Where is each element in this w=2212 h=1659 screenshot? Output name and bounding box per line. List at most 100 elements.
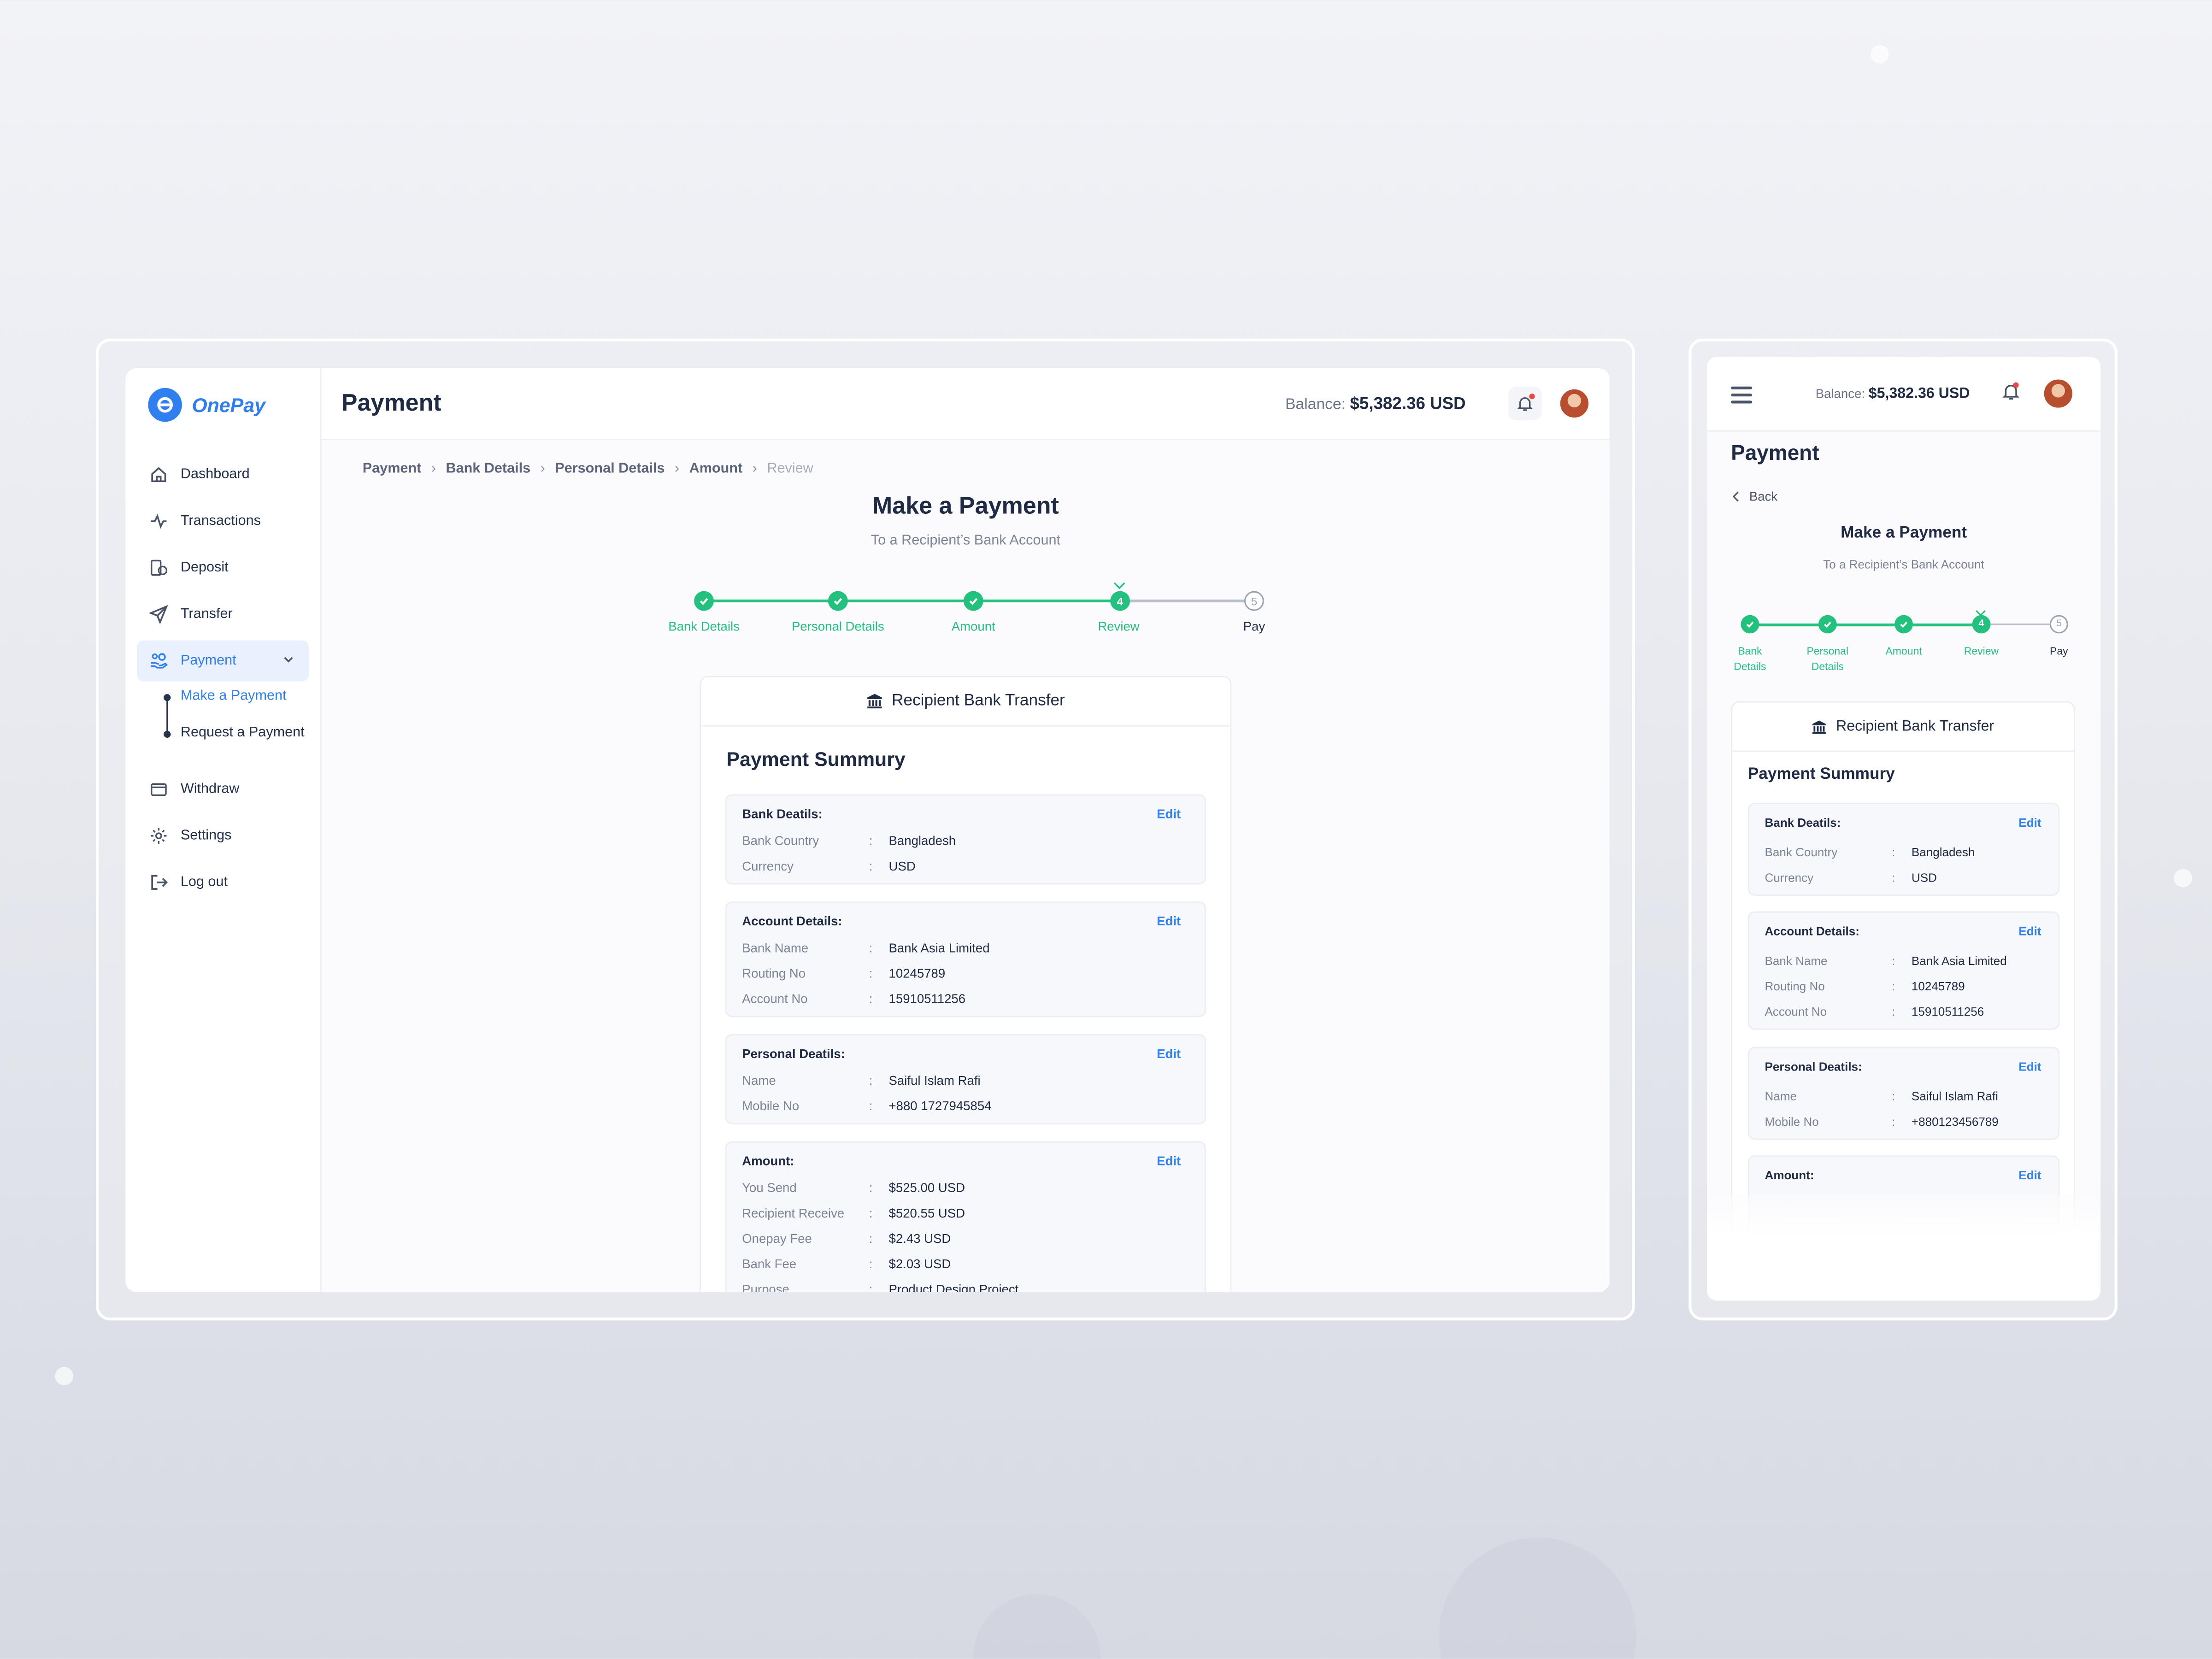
make-payment-subheading: To a Recipient’s Bank Account	[871, 533, 1061, 549]
sidebar-item-label: Payment	[180, 653, 236, 669]
row-value: Saiful Islam Rafi	[1911, 1089, 1998, 1103]
row-value: Saiful Islam Rafi	[888, 1073, 981, 1088]
detail-row: Routing No:10245789	[742, 966, 945, 981]
detail-row: Bank Name: Bank Asia Limited	[1765, 953, 2007, 968]
scene: OnePay Dashboard Transactions Deposit Tr…	[0, 0, 2212, 1659]
sidebar: OnePay Dashboard Transactions Deposit Tr…	[125, 368, 322, 1293]
section-title: Amount:	[1765, 1168, 1814, 1182]
avatar[interactable]	[1559, 388, 1590, 419]
logo[interactable]: OnePay	[148, 388, 265, 422]
edit-account-details-button[interactable]: Edit	[2018, 924, 2041, 938]
row-colon: :	[869, 1257, 873, 1271]
row-key: Bank Fee	[742, 1257, 797, 1271]
step-label: Amount	[951, 619, 995, 634]
edit-bank-details-button[interactable]: Edit	[1157, 807, 1181, 821]
breadcrumb-item[interactable]: Personal Details	[555, 461, 665, 477]
sidebar-item-label: Transactions	[180, 513, 261, 529]
breadcrumb-item[interactable]: Bank Details	[446, 461, 530, 477]
sidebar-item-deposit[interactable]: Deposit	[137, 547, 309, 588]
card-header-title: Recipient Bank Transfer	[892, 693, 1065, 710]
row-key: Account No	[1765, 1004, 1827, 1019]
personal-details-section: Personal Deatils: Edit Name: Saiful Islam…	[725, 1034, 1206, 1124]
detail-row: Name: Saiful Islam Rafi	[1765, 1089, 1998, 1103]
row-colon: :	[869, 941, 873, 955]
notification-button[interactable]	[1508, 386, 1542, 421]
breadcrumb-item-current: Review	[767, 461, 813, 477]
section-title: Account Details:	[1765, 924, 1859, 938]
gear-icon	[148, 826, 168, 846]
step-amount-check-icon[interactable]	[963, 591, 983, 611]
sidebar-item-withdraw[interactable]: Withdraw	[137, 769, 309, 810]
chevron-down-icon	[282, 653, 295, 670]
edit-bank-details-button[interactable]: Edit	[2018, 815, 2041, 830]
step-label: Pay	[2050, 644, 2068, 658]
step-bank-details-check-icon[interactable]	[1741, 615, 1759, 634]
step-personal-details-check-icon[interactable]	[828, 591, 848, 611]
sidebar-item-settings[interactable]: Settings	[137, 815, 309, 856]
sidebar-item-transfer[interactable]: Transfer	[137, 594, 309, 635]
section-title: Personal Deatils:	[1765, 1059, 1862, 1074]
detail-row: Mobile No: +880123456789	[1765, 1114, 1999, 1129]
back-label: Back	[1749, 489, 1778, 504]
step-amount-check-icon[interactable]	[1894, 615, 1913, 634]
sidebar-item-logout[interactable]: Log out	[137, 862, 309, 903]
back-button[interactable]: Back	[1731, 489, 1777, 504]
submenu-make-payment[interactable]: Make a Payment	[181, 687, 309, 724]
step-review-current[interactable]: 4	[1972, 615, 1991, 634]
background-circle	[1439, 1537, 1636, 1659]
row-value: Bank Asia Limited	[1911, 953, 2007, 968]
mobile-balance: Balance: $5,382.36 USD	[1816, 385, 1970, 402]
row-colon: :	[869, 859, 873, 873]
edit-personal-details-button[interactable]: Edit	[1157, 1047, 1181, 1061]
step-label-line: Details	[1811, 660, 1844, 673]
card-header: Recipient Bank Transfer	[1732, 702, 2074, 752]
row-value: $520.55 USD	[888, 1206, 965, 1220]
topbar: Payment Balance: $5,382.36 USD	[321, 368, 1610, 441]
step-number: 5	[1251, 594, 1258, 607]
step-personal-details-check-icon[interactable]	[1818, 615, 1837, 634]
step-review-current[interactable]: 4	[1110, 591, 1130, 611]
mobile-notification-button[interactable]	[2002, 382, 2022, 402]
background-circle	[973, 1594, 1100, 1659]
breadcrumb: Payment › Bank Details › Personal Detail…	[363, 461, 813, 477]
row-key: Bank Country	[1765, 845, 1838, 859]
menu-icon[interactable]	[1731, 386, 1753, 408]
amount-section: Amount: Edit You Send: $525.00 USD Recipi…	[725, 1141, 1206, 1293]
submenu-request-payment[interactable]: Request a Payment	[181, 724, 309, 760]
row-key: Account No	[742, 992, 808, 1006]
row-colon: :	[869, 966, 873, 981]
balance: Balance: $5,382.36 USD	[1285, 394, 1466, 413]
edit-personal-details-button[interactable]: Edit	[2018, 1059, 2041, 1074]
mobile-heading: Make a Payment	[1841, 524, 1967, 542]
row-colon: :	[1892, 979, 1895, 994]
row-value: +880123456789	[1911, 1114, 1999, 1129]
step-label: Bank Details	[668, 619, 740, 634]
sidebar-item-transactions[interactable]: Transactions	[137, 501, 309, 542]
sidebar-item-label: Settings	[180, 828, 232, 844]
sidebar-item-dashboard[interactable]: Dashboard	[137, 454, 309, 495]
step-label: Bank Details	[1707, 643, 1793, 674]
mobile-subheading: To a Recipient’s Bank Account	[1823, 557, 1984, 571]
avatar[interactable]	[2042, 378, 2074, 409]
breadcrumb-item[interactable]: Amount	[689, 461, 743, 477]
step-number: 4	[1978, 619, 1984, 629]
section-title: Account Details:	[742, 914, 842, 929]
edit-account-details-button[interactable]: Edit	[1157, 914, 1181, 929]
step-bank-details-check-icon[interactable]	[694, 591, 714, 611]
breadcrumb-item[interactable]: Payment	[363, 461, 422, 477]
step-label-line: Bank	[1738, 644, 1762, 658]
stepper-line-complete	[704, 600, 1120, 603]
detail-row: Routing No:10245789	[1765, 979, 1965, 993]
sidebar-item-payment[interactable]: Payment	[136, 640, 309, 682]
row-value: $2.43 USD	[888, 1231, 951, 1246]
row-value: $525.00 USD	[888, 1181, 965, 1195]
edit-amount-button[interactable]: Edit	[2018, 1168, 2041, 1182]
edit-amount-button[interactable]: Edit	[1157, 1154, 1181, 1168]
row-key: Purpose	[742, 1282, 789, 1293]
step-label: Amount	[1885, 644, 1922, 658]
sidebar-item-label: Withdraw	[180, 781, 240, 797]
balance-value: $5,382.36 USD	[1868, 385, 1970, 402]
bank-icon	[1812, 719, 1828, 735]
step-label-line: Details	[1734, 660, 1766, 673]
card-header: Recipient Bank Transfer	[701, 677, 1230, 727]
